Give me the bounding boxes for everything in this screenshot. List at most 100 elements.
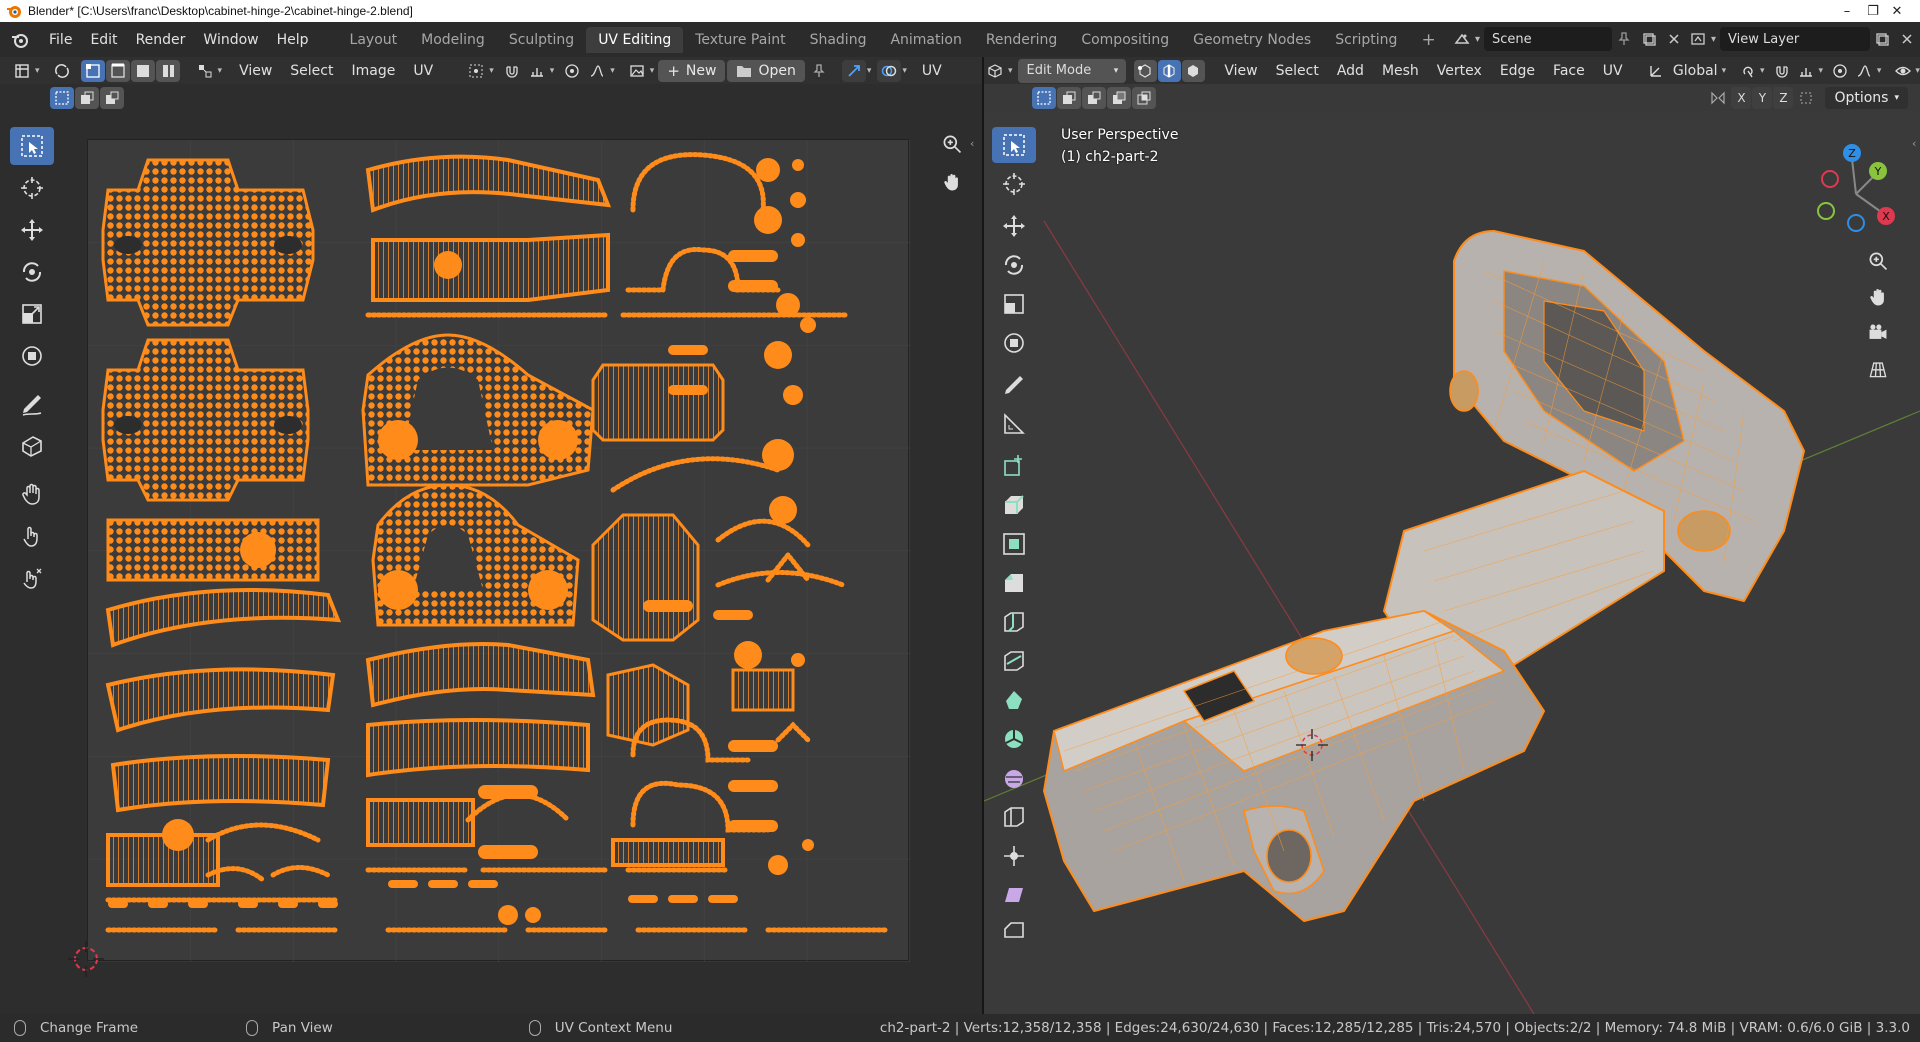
3d-scale-tool[interactable] [992,286,1036,322]
blender-menu-icon[interactable] [10,30,30,50]
uv-canvas[interactable] [87,139,910,962]
orientation-label[interactable]: Global [1669,60,1722,82]
snap-chevron-icon[interactable]: ▾ [550,66,555,76]
zoom-view-icon[interactable] [934,127,970,161]
knife-tool[interactable] [992,643,1036,679]
3d-select-intersect-icon[interactable] [1132,86,1156,109]
relax-tool[interactable] [10,517,54,555]
edge-select-mode-icon[interactable] [1157,59,1181,82]
tab-shading[interactable]: Shading [798,27,879,53]
smooth-tool[interactable] [992,760,1036,796]
close-button[interactable]: ✕ [1874,0,1920,22]
delete-scene-icon[interactable] [1662,28,1686,50]
tab-geometry-nodes[interactable]: Geometry Nodes [1181,27,1323,53]
menu-window[interactable]: Window [194,28,267,52]
select-new-icon[interactable] [50,86,74,109]
mirror-x-toggle[interactable]: X [1731,86,1752,109]
pivot-3d-icon[interactable] [1736,60,1759,82]
viewport-menu-view[interactable]: View [1215,60,1266,82]
overlays-chevron-icon[interactable]: ▾ [902,66,907,76]
mirror-z-toggle[interactable]: Z [1773,86,1794,109]
shear-tool[interactable] [992,877,1036,913]
open-image-button[interactable]: Open [727,59,805,82]
scale-tool[interactable] [10,295,54,333]
tab-sculpting[interactable]: Sculpting [497,27,586,53]
uv-menu-view[interactable]: View [230,60,281,82]
viewport-sidebar-toggle-icon[interactable]: ‹ [1912,137,1916,150]
3d-cursor-tool[interactable] [992,166,1036,202]
3d-select-extend-icon[interactable] [1057,86,1081,109]
pin-scene-icon[interactable] [1612,28,1636,50]
ortho-toggle-icon[interactable] [1860,353,1896,385]
edge-slide-tool[interactable] [992,799,1036,835]
snap-3d-icon[interactable] [1771,60,1794,82]
image-browse-icon[interactable] [625,60,649,82]
proportional-3d-icon[interactable] [1829,60,1852,82]
pivot-point-icon[interactable] [464,60,488,82]
tab-scripting[interactable]: Scripting [1323,27,1409,53]
3d-move-tool[interactable] [992,208,1036,244]
uv-overlays-icon[interactable] [877,59,902,82]
camera-view-icon[interactable] [1860,317,1896,349]
select-subtract-icon[interactable] [100,86,124,109]
uv-sync-gizmo-icon[interactable] [841,59,866,82]
uv-menu-uv[interactable]: UV [404,60,442,82]
new-view-layer-icon[interactable] [1870,28,1894,50]
rotate-tool[interactable] [10,253,54,291]
spin-tool[interactable] [992,721,1036,757]
options-dropdown[interactable]: Options ▾ [1825,86,1908,109]
viewport-menu-face[interactable]: Face [1544,60,1594,82]
editor-type-icon[interactable] [10,60,34,82]
sticky-selection-icon[interactable] [193,60,217,82]
uv-edge-select-icon[interactable] [105,59,130,82]
image-browse-chevron-icon[interactable]: ▾ [650,66,655,76]
mode-dropdown[interactable]: Edit Mode ▾ [1018,58,1127,83]
viewport-menu-uv[interactable]: UV [1594,60,1632,82]
tab-rendering[interactable]: Rendering [974,27,1070,53]
pin-image-icon[interactable] [807,60,831,82]
orientation-chevron-icon[interactable]: ▾ [1722,66,1727,76]
3d-select-new-icon[interactable] [1032,86,1056,109]
sticky-selection-chevron-icon[interactable]: ▾ [218,66,223,76]
mirror-y-toggle[interactable]: Y [1752,86,1773,109]
viewport-menu-add[interactable]: Add [1328,60,1373,82]
tab-animation[interactable]: Animation [878,27,973,53]
falloff-chevron-icon[interactable]: ▾ [610,66,615,76]
bevel-tool[interactable] [992,565,1036,601]
select-box-tool[interactable] [10,127,54,165]
face-select-mode-icon[interactable] [1181,59,1205,82]
sidebar-toggle-chevron-icon[interactable]: ‹ [970,137,974,150]
3d-select-box-tool[interactable] [992,127,1036,163]
move-tool[interactable] [10,211,54,249]
cursor-tool[interactable] [10,169,54,207]
uv-menu-select[interactable]: Select [281,60,342,82]
3d-transform-tool[interactable] [992,325,1036,361]
editor-type-chevron-icon[interactable]: ▾ [35,66,40,76]
3d-select-invert-icon[interactable] [1107,86,1131,109]
falloff-3d-chevron-icon[interactable]: ▾ [1877,66,1882,76]
proportional-editing-icon[interactable] [560,60,584,82]
new-image-button[interactable]: + New [658,59,726,82]
select-extend-icon[interactable] [75,86,99,109]
editor-type-3d-chevron-icon[interactable]: ▾ [1008,66,1013,76]
viewport-menu-vertex[interactable]: Vertex [1428,60,1491,82]
grab-tool[interactable] [10,475,54,513]
transform-tool[interactable] [10,337,54,375]
navigation-gizmo[interactable]: Z Y X [1806,139,1906,239]
snap-3d-chevron-icon[interactable]: ▾ [1818,66,1823,76]
uv-island-select-icon[interactable] [155,59,180,82]
visibility-icon[interactable] [1891,60,1914,82]
falloff-3d-icon[interactable] [1853,60,1876,82]
shrink-fatten-tool[interactable] [992,838,1036,874]
view-layer-icon[interactable] [1686,28,1710,50]
snap-increment-icon[interactable] [525,60,549,82]
extrude-tool[interactable] [992,487,1036,523]
auto-merge-icon[interactable] [1794,87,1818,109]
3d-annotate-tool[interactable] [992,367,1036,403]
pivot-3d-chevron-icon[interactable]: ▾ [1760,66,1765,76]
loop-cut-tool[interactable] [992,604,1036,640]
scene-name-field[interactable]: Scene [1484,27,1613,51]
uv-face-select-icon[interactable] [130,59,155,82]
add-cube-tool[interactable] [992,448,1036,484]
viewport-menu-select[interactable]: Select [1267,60,1328,82]
